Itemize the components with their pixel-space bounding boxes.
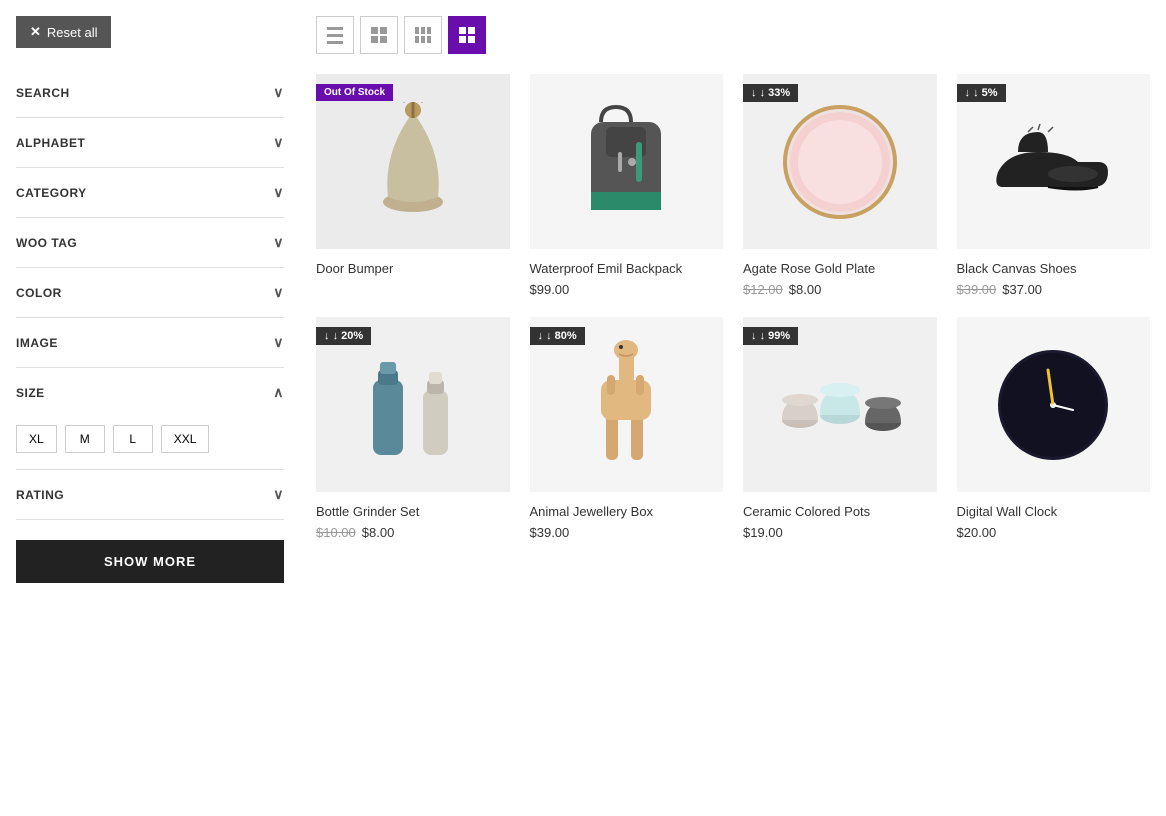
list-view-icon [327, 27, 343, 43]
product-price-new-bottle-grinder: $8.00 [362, 525, 395, 540]
product-price-digital-wall-clock: $20.00 [957, 525, 1151, 540]
product-price-waterproof-backpack: $99.00 [530, 282, 724, 297]
filter-label-rating: RATING [16, 488, 64, 502]
product-image-black-canvas-shoes: ↓ 5% [957, 74, 1151, 249]
product-image-waterproof-backpack [530, 74, 724, 249]
filter-section-image: IMAGE ∨ [16, 318, 284, 368]
view-grid4-button[interactable] [404, 16, 442, 54]
product-card-door-bumper[interactable]: Out Of Stock Door Bumper [316, 74, 510, 297]
chevron-down-icon: ∨ [273, 234, 284, 251]
filter-label-alphabet: ALPHABET [16, 136, 85, 150]
chevron-down-icon: ∨ [273, 84, 284, 101]
filter-header-color[interactable]: COLOR ∨ [16, 268, 284, 317]
product-price-new-agate-rose-gold: $8.00 [789, 282, 822, 297]
view-grid3-button[interactable] [360, 16, 398, 54]
grid4-icon [459, 27, 475, 43]
product-name-door-bumper: Door Bumper [316, 261, 510, 276]
size-options-container: XL ML XXL [16, 417, 284, 469]
filter-label-color: COLOR [16, 286, 62, 300]
filter-label-image: IMAGE [16, 336, 58, 350]
product-price-old-agate-rose-gold: $12.00 [743, 282, 783, 297]
reset-label: Reset all [47, 25, 98, 40]
size-option-m[interactable]: M [65, 425, 105, 453]
product-image-ceramic-pots: ↓ 99% [743, 317, 937, 492]
size-option-l[interactable]: L [113, 425, 153, 453]
product-name-agate-rose-gold: Agate Rose Gold Plate [743, 261, 937, 276]
product-name-digital-wall-clock: Digital Wall Clock [957, 504, 1151, 519]
product-image-door-bumper: Out Of Stock [316, 74, 510, 249]
x-icon: ✕ [30, 24, 41, 40]
product-card-black-canvas-shoes[interactable]: ↓ 5% Black Canvas Shoes $39.00 $37.00 [957, 74, 1151, 297]
filter-header-alphabet[interactable]: ALPHABET ∨ [16, 118, 284, 167]
filter-header-size[interactable]: SIZE ∧ [16, 368, 284, 417]
filter-section-category: CATEGORY ∨ [16, 168, 284, 218]
sidebar: ✕ Reset all SEARCH∨ALPHABET∨CATEGORY∨WOO… [0, 0, 300, 816]
filter-section-woo-tag: WOO TAG ∨ [16, 218, 284, 268]
product-image-bottle-grinder: ↓ 20% [316, 317, 510, 492]
product-badge-bottle-grinder: ↓ 20% [316, 327, 371, 345]
product-badge-black-canvas-shoes: ↓ 5% [957, 84, 1006, 102]
chevron-down-icon: ∨ [273, 184, 284, 201]
size-option-xxl[interactable]: XXL [161, 425, 210, 453]
grid2-icon [371, 27, 387, 43]
filter-section-rating: RATING ∨ [16, 470, 284, 520]
product-card-digital-wall-clock[interactable]: Digital Wall Clock $20.00 [957, 317, 1151, 540]
product-card-bottle-grinder[interactable]: ↓ 20% Bottle Grinder Set $10.00 $8.00 [316, 317, 510, 540]
filter-section-color: COLOR ∨ [16, 268, 284, 318]
product-badge-agate-rose-gold: ↓ 33% [743, 84, 798, 102]
filter-header-search[interactable]: SEARCH ∨ [16, 68, 284, 117]
filter-section-size: SIZE ∧ XL ML XXL [16, 368, 284, 470]
filter-header-image[interactable]: IMAGE ∨ [16, 318, 284, 367]
show-more-button[interactable]: SHOW MORE [16, 540, 284, 583]
product-image-visual-digital-wall-clock [957, 317, 1151, 492]
view-grid4b-button[interactable] [448, 16, 486, 54]
size-option-xl[interactable]: XL [16, 425, 57, 453]
filter-header-woo-tag[interactable]: WOO TAG ∨ [16, 218, 284, 267]
product-image-digital-wall-clock [957, 317, 1151, 492]
product-price-ceramic-pots: $19.00 [743, 525, 937, 540]
chevron-down-icon: ∨ [273, 486, 284, 503]
chevron-down-icon: ∨ [273, 134, 284, 151]
product-image-animal-jewellery: ↓ 80% [530, 317, 724, 492]
product-price-new-black-canvas-shoes: $37.00 [1002, 282, 1042, 297]
product-price-black-canvas-shoes: $39.00 $37.00 [957, 282, 1151, 297]
filter-label-size: SIZE [16, 386, 45, 400]
chevron-up-icon: ∧ [273, 384, 284, 401]
filter-header-category[interactable]: CATEGORY ∨ [16, 168, 284, 217]
product-image-agate-rose-gold: ↓ 33% [743, 74, 937, 249]
product-badge-ceramic-pots: ↓ 99% [743, 327, 798, 345]
chevron-down-icon: ∨ [273, 334, 284, 351]
product-badge-animal-jewellery: ↓ 80% [530, 327, 585, 345]
product-price-bottle-grinder: $10.00 $8.00 [316, 525, 510, 540]
product-image-visual-waterproof-backpack [530, 74, 724, 249]
product-card-ceramic-pots[interactable]: ↓ 99% Ceramic Colored Pots $19.00 [743, 317, 937, 540]
grid3-icon [415, 27, 431, 43]
main-content: Out Of Stock Door Bumper Waterproof Emil… [300, 0, 1166, 816]
products-grid: Out Of Stock Door Bumper Waterproof Emil… [316, 74, 1150, 540]
product-price-old-black-canvas-shoes: $39.00 [957, 282, 997, 297]
filters-container: SEARCH∨ALPHABET∨CATEGORY∨WOO TAG∨COLOR∨I… [16, 68, 284, 520]
product-name-black-canvas-shoes: Black Canvas Shoes [957, 261, 1151, 276]
product-card-waterproof-backpack[interactable]: Waterproof Emil Backpack $99.00 [530, 74, 724, 297]
product-card-animal-jewellery[interactable]: ↓ 80% Animal Jewellery Box $39.00 [530, 317, 724, 540]
product-name-animal-jewellery: Animal Jewellery Box [530, 504, 724, 519]
product-name-bottle-grinder: Bottle Grinder Set [316, 504, 510, 519]
reset-all-button[interactable]: ✕ Reset all [16, 16, 111, 48]
chevron-down-icon: ∨ [273, 284, 284, 301]
filter-section-search: SEARCH ∨ [16, 68, 284, 118]
product-name-ceramic-pots: Ceramic Colored Pots [743, 504, 937, 519]
filter-label-category: CATEGORY [16, 186, 87, 200]
product-price-agate-rose-gold: $12.00 $8.00 [743, 282, 937, 297]
product-price-old-bottle-grinder: $10.00 [316, 525, 356, 540]
product-name-waterproof-backpack: Waterproof Emil Backpack [530, 261, 724, 276]
product-card-agate-rose-gold[interactable]: ↓ 33% Agate Rose Gold Plate $12.00 $8.00 [743, 74, 937, 297]
product-badge-door-bumper: Out Of Stock [316, 84, 393, 101]
toolbar [316, 16, 1150, 54]
filter-section-alphabet: ALPHABET ∨ [16, 118, 284, 168]
view-list-button[interactable] [316, 16, 354, 54]
filter-header-rating[interactable]: RATING ∨ [16, 470, 284, 519]
filter-label-woo-tag: WOO TAG [16, 236, 77, 250]
product-price-animal-jewellery: $39.00 [530, 525, 724, 540]
filter-label-search: SEARCH [16, 86, 70, 100]
